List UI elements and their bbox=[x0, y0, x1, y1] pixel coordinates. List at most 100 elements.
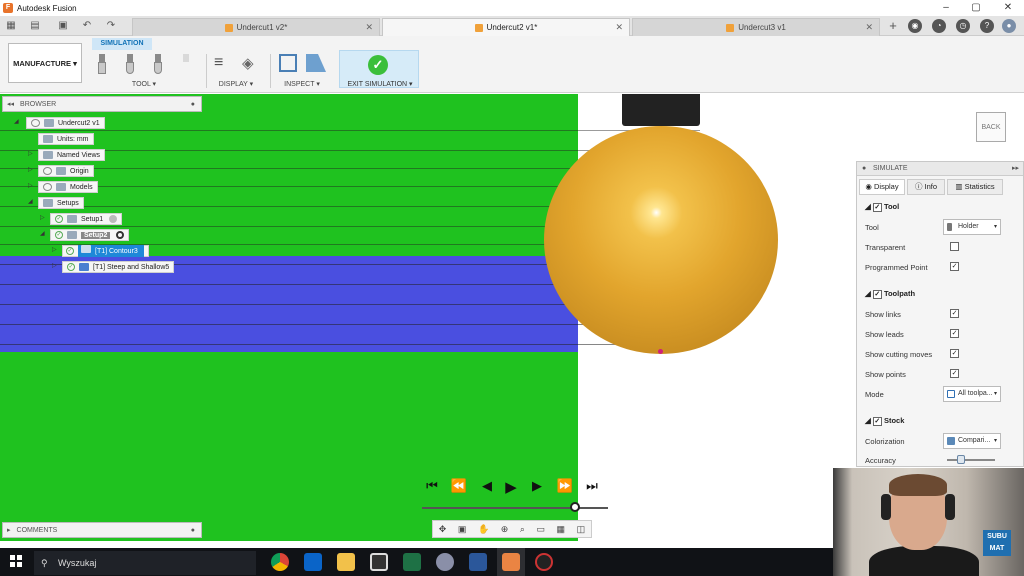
notifications-icon[interactable]: ◷ bbox=[956, 19, 970, 33]
collapse-icon[interactable]: ◢ bbox=[865, 416, 873, 425]
zoom-window-icon[interactable]: ⌕ bbox=[520, 524, 525, 535]
undo-icon[interactable]: ↶ bbox=[80, 19, 94, 33]
show-cutting-moves-checkbox[interactable]: ✓ bbox=[950, 349, 959, 358]
minimize-icon[interactable]: – bbox=[932, 0, 960, 16]
save-icon[interactable]: ▣ bbox=[56, 19, 70, 33]
help-icon[interactable]: ? bbox=[980, 19, 994, 33]
expand-triangle-icon[interactable]: ▷ bbox=[52, 246, 57, 253]
tab-info[interactable]: ⓘ Info bbox=[907, 179, 945, 195]
comments-panel-header[interactable]: ▸ COMMENTS ● bbox=[2, 522, 202, 538]
section-stock[interactable]: ◢ ✓ Stock bbox=[865, 416, 904, 426]
look-at-icon[interactable]: ▣ bbox=[458, 524, 467, 535]
tool-group-label[interactable]: TOOL ▾ bbox=[118, 80, 170, 88]
tool-section-checkbox[interactable]: ✓ bbox=[872, 202, 882, 212]
active-setup-icon[interactable] bbox=[116, 231, 125, 239]
timeline-slider[interactable] bbox=[422, 507, 608, 509]
tree-node-units[interactable]: Units: mm bbox=[38, 133, 94, 145]
tree-node-setup1[interactable]: ✓ Setup1 bbox=[50, 213, 123, 225]
chrome-icon[interactable] bbox=[271, 553, 289, 571]
collapse-panel-icon[interactable]: ◂◂ bbox=[7, 100, 14, 108]
section-tool[interactable]: ◢ ✓ Tool bbox=[865, 202, 899, 212]
close-tab-icon[interactable]: ✕ bbox=[365, 22, 373, 33]
tab-undercut3[interactable]: Undercut3 v1 ✕ bbox=[632, 18, 880, 36]
holder-only-icon[interactable] bbox=[179, 54, 193, 76]
extensions-icon[interactable]: ◉ bbox=[908, 19, 922, 33]
section-toolpath[interactable]: ◢ ✓ Toolpath bbox=[865, 289, 915, 299]
close-tab-icon[interactable]: ✕ bbox=[865, 22, 873, 33]
close-tab-icon[interactable]: ✕ bbox=[615, 22, 623, 33]
tree-node-models[interactable]: Models bbox=[38, 181, 98, 193]
taskbar-search[interactable]: ⚲ Wyszukaj bbox=[34, 551, 256, 575]
tree-node-contour3[interactable]: ✓ [T1] Contour3 bbox=[62, 245, 149, 257]
word-icon[interactable] bbox=[469, 553, 487, 571]
pan-icon[interactable]: ✋ bbox=[478, 524, 489, 535]
expand-triangle-icon[interactable]: ▷ bbox=[28, 150, 33, 157]
new-tab-icon[interactable]: + bbox=[886, 19, 900, 33]
grid-settings-icon[interactable]: ▦ bbox=[557, 524, 566, 535]
orbit-icon[interactable]: ✥ bbox=[439, 524, 447, 535]
measure-icon[interactable] bbox=[306, 54, 326, 72]
expand-triangle-icon[interactable]: ◢ bbox=[14, 118, 19, 125]
show-points-checkbox[interactable]: ✓ bbox=[950, 369, 959, 378]
tab-undercut1[interactable]: Undercut1 v2* ✕ bbox=[132, 18, 380, 36]
expand-triangle-icon[interactable]: ◢ bbox=[40, 230, 45, 237]
go-to-start-icon[interactable]: ⏮ bbox=[423, 478, 441, 494]
close-window-icon[interactable]: ✕ bbox=[994, 0, 1022, 16]
display-settings-icon[interactable]: ▭ bbox=[536, 524, 545, 535]
outlook-icon[interactable] bbox=[304, 553, 322, 571]
expand-triangle-icon[interactable]: ◢ bbox=[28, 198, 33, 205]
expand-panel-icon[interactable]: ▸▸ bbox=[1012, 162, 1019, 176]
collapse-icon[interactable]: ◢ bbox=[865, 202, 873, 211]
expand-triangle-icon[interactable]: ▷ bbox=[28, 182, 33, 189]
windows-start-icon[interactable] bbox=[10, 555, 22, 567]
pin-icon[interactable]: ● bbox=[191, 101, 195, 108]
workspace-switcher[interactable]: MANUFACTURE ▾ bbox=[8, 43, 82, 83]
flat-endmill-icon[interactable] bbox=[95, 54, 109, 76]
pin-icon[interactable]: ● bbox=[191, 527, 195, 534]
view-cube[interactable]: BACK bbox=[976, 112, 1006, 142]
ball-endmill-icon[interactable] bbox=[151, 54, 165, 76]
tool-dropdown[interactable]: Holder ▾ bbox=[943, 219, 1001, 235]
redo-icon[interactable]: ↷ bbox=[104, 19, 118, 33]
programmed-point-checkbox[interactable]: ✓ bbox=[950, 262, 959, 271]
file-explorer-icon[interactable] bbox=[337, 553, 355, 571]
mode-dropdown[interactable]: All toolpa... ▾ bbox=[943, 386, 1001, 402]
activate-setup-icon[interactable] bbox=[109, 215, 118, 223]
previous-operation-icon[interactable]: ⏪ bbox=[450, 478, 468, 494]
step-forward-icon[interactable]: ▶ bbox=[528, 478, 546, 494]
colorization-dropdown[interactable]: Compari... ▾ bbox=[943, 433, 1001, 449]
file-menu-icon[interactable]: ▤ bbox=[28, 19, 42, 33]
collapse-icon[interactable]: ◢ bbox=[865, 289, 873, 298]
snipping-tool-icon[interactable] bbox=[370, 553, 388, 571]
stock-display-icon[interactable]: ◈ bbox=[242, 54, 254, 72]
zoom-icon[interactable]: ⊕ bbox=[501, 524, 509, 535]
toolpath-section-checkbox[interactable]: ✓ bbox=[872, 289, 882, 299]
tree-node-origin[interactable]: Origin bbox=[38, 165, 94, 177]
paint-icon[interactable] bbox=[436, 553, 454, 571]
job-status-icon[interactable]: ◔ bbox=[932, 19, 946, 33]
browser-panel-header[interactable]: ◂◂ BROWSER ● bbox=[2, 96, 202, 112]
excel-icon[interactable] bbox=[403, 553, 421, 571]
expand-panel-icon[interactable]: ▸ bbox=[7, 526, 11, 534]
inspect-group-label[interactable]: INSPECT ▾ bbox=[274, 80, 330, 88]
display-group-label[interactable]: DISPLAY ▾ bbox=[210, 80, 262, 88]
play-icon[interactable]: ▶ bbox=[502, 478, 520, 496]
tab-statistics[interactable]: ▥ Statistics bbox=[947, 179, 1003, 195]
show-links-checkbox[interactable]: ✓ bbox=[950, 309, 959, 318]
expand-triangle-icon[interactable]: ▷ bbox=[40, 214, 45, 221]
maximize-icon[interactable]: ▢ bbox=[962, 0, 990, 16]
accuracy-slider-thumb[interactable] bbox=[957, 455, 966, 464]
next-operation-icon[interactable]: ⏩ bbox=[556, 478, 574, 494]
tab-display[interactable]: ◉ Display bbox=[859, 179, 905, 195]
obs-recorder-icon[interactable] bbox=[535, 553, 553, 571]
tree-node-setup2[interactable]: ✓ Setup2 bbox=[50, 229, 130, 241]
user-avatar[interactable]: ● bbox=[1002, 19, 1016, 33]
tree-node-root[interactable]: Undercut2 v1 bbox=[26, 117, 105, 129]
simulate-panel-header[interactable]: ● SIMULATE ▸▸ bbox=[857, 162, 1023, 176]
go-to-end-icon[interactable]: ⏭ bbox=[583, 478, 601, 494]
data-panel-grid-icon[interactable]: ▦ bbox=[4, 19, 18, 33]
simulation-context-tab[interactable]: SIMULATION bbox=[92, 38, 152, 50]
accuracy-slider[interactable] bbox=[947, 459, 995, 461]
timeline-slider-thumb[interactable] bbox=[569, 502, 580, 512]
transparent-checkbox[interactable] bbox=[950, 242, 959, 251]
